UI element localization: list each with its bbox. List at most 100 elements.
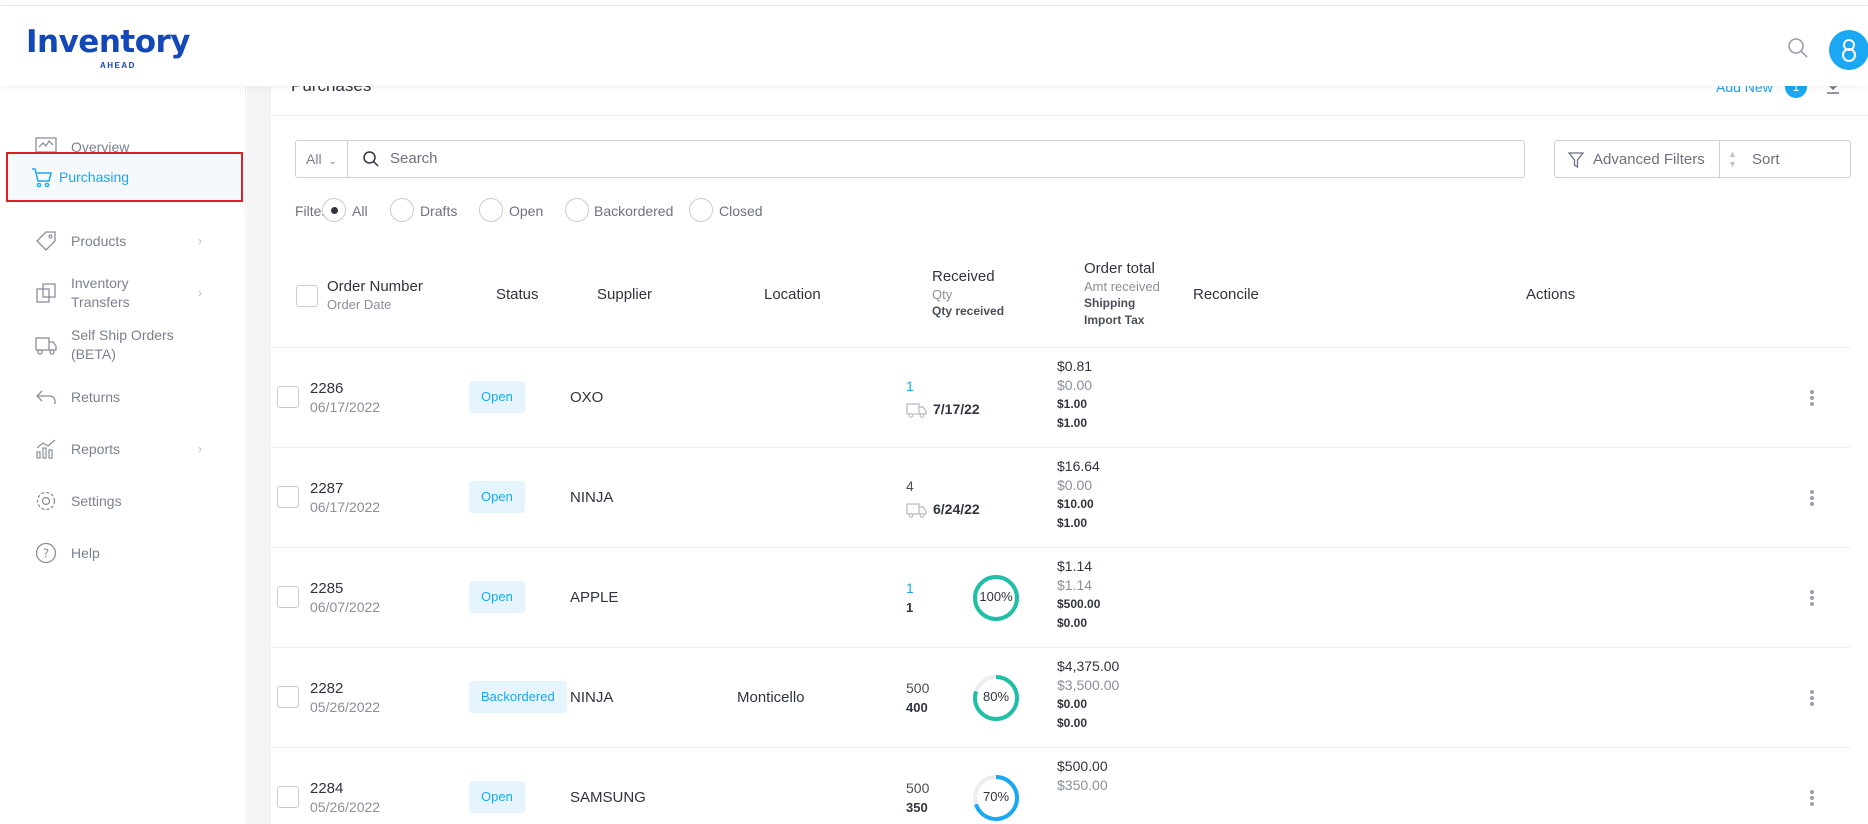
supplier-cell: SAMSUNG [570,789,646,806]
col-order-number[interactable]: Order Number Order Date [327,277,423,313]
order-date: 06/17/2022 [310,499,381,515]
user-icon [1842,39,1856,62]
search-input[interactable]: Search [390,150,438,167]
divider [271,115,1868,116]
scope-select[interactable]: All ⌄ [296,141,348,177]
chevron-down-icon: ⌄ [328,156,337,167]
row-checkbox[interactable] [277,386,299,408]
qty-cell: 4 [906,477,914,496]
import-tax-value: $0.00 [1057,616,1088,630]
chevron-right-icon: › [198,234,202,248]
sidebar-item-reports[interactable]: Reports › [6,420,243,478]
col-actions: Actions [1526,286,1576,303]
radio-backordered[interactable] [565,198,589,222]
import-tax-value: $1.00 [1057,516,1088,530]
header-label: Order total [1084,260,1155,277]
table-row[interactable]: 2282 05/26/2022 Backordered NINJA Montic… [271,647,1851,747]
radio-label: Closed [719,203,763,219]
eta-date: 6/24/22 [933,501,980,517]
radio-drafts[interactable] [390,198,414,222]
header-sublabel: Qty received [932,304,1005,318]
total-cell: $1.14 $1.14 $500.00 $0.00 [1057,557,1100,633]
progress-percent: 80% [982,689,1010,704]
user-avatar[interactable] [1829,30,1868,70]
order-total: $0.81 [1057,358,1093,374]
status-badge: Backordered [469,681,567,713]
search-bar: All ⌄ Search [295,140,1525,178]
sidebar-item-inventory-transfers[interactable]: Inventory Transfers › [6,264,243,322]
sidebar-item-help[interactable]: ? Help [6,524,243,582]
sidebar: Overview Purchasing Products › Inventory… [0,86,246,824]
shipping-value: $1.00 [1057,397,1088,411]
select-all-checkbox[interactable] [296,285,318,307]
col-received[interactable]: Received Qty Qty received [932,267,1004,320]
sidebar-item-self-ship-orders[interactable]: Self Ship Orders (BETA) [6,316,243,374]
qty-value: 4 [906,478,914,494]
radio-closed[interactable] [689,198,713,222]
radio-all[interactable] [322,198,346,222]
total-cell: $16.64 $0.00 $10.00 $1.00 [1057,457,1100,533]
app-logo[interactable]: Inventory AHEAD [26,24,191,70]
purchases-card: Purchases Add New 1 All ⌄ Search Advance… [271,76,1868,824]
col-reconcile[interactable]: Reconcile [1193,285,1259,304]
amt-received: $0.00 [1057,477,1093,493]
radio-label: Drafts [420,203,458,219]
table-row[interactable]: 2285 06/07/2022 Open APPLE 1 1 100% $1.1… [271,547,1851,647]
col-location[interactable]: Location [764,285,821,304]
sidebar-item-label: Purchasing [59,168,130,185]
order-cell[interactable]: 2287 06/17/2022 [310,479,380,517]
col-order-total[interactable]: Order total Amt received Shipping Import… [1084,259,1160,329]
sidebar-item-settings[interactable]: Settings [6,472,243,530]
order-date: 06/07/2022 [310,599,381,615]
order-total: $4,375.00 [1057,658,1120,674]
kebab-menu-icon[interactable] [1809,389,1815,407]
row-checkbox[interactable] [277,486,299,508]
cart-icon [32,168,52,188]
logo-sub: AHEAD [100,61,136,70]
col-supplier[interactable]: Supplier [597,285,652,304]
chevron-right-icon: › [198,442,202,456]
qty-cell: 1 [906,377,914,396]
order-number: 2287 [310,480,344,497]
advanced-filters-button[interactable]: Advanced Filters [1554,140,1720,178]
kebab-menu-icon[interactable] [1809,489,1815,507]
sidebar-item-label: Inventory Transfers [71,275,130,310]
sort-label: Sort [1752,151,1780,168]
status-badge: Open [469,481,525,513]
order-cell[interactable]: 2282 05/26/2022 [310,679,380,717]
qty-link[interactable]: 1 [906,580,914,596]
qty-link[interactable]: 1 [906,378,914,394]
kebab-menu-icon[interactable] [1809,689,1815,707]
row-checkbox[interactable] [277,786,299,808]
table-row[interactable]: 2284 05/26/2022 Open SAMSUNG 500 350 70%… [271,747,1851,824]
progress-percent: 100% [979,589,1013,604]
order-cell[interactable]: 2285 06/07/2022 [310,579,380,617]
table-row[interactable]: 2287 06/17/2022 Open NINJA 4 6/24/22 $16… [271,447,1851,547]
qty-cell: 1 1 [906,579,914,617]
advanced-filters-label: Advanced Filters [1593,151,1705,168]
shipping-value: $0.00 [1057,697,1088,711]
table-row[interactable]: 2286 06/17/2022 Open OXO 1 7/17/22 $0.81… [271,347,1851,447]
order-cell[interactable]: 2286 06/17/2022 [310,379,380,417]
progress-ring: 80% [971,673,1021,723]
kebab-menu-icon[interactable] [1809,789,1815,807]
location-cell: Monticello [737,689,805,706]
row-checkbox[interactable] [277,686,299,708]
import-tax-value: $0.00 [1057,716,1088,730]
row-checkbox[interactable] [277,586,299,608]
radio-open[interactable] [479,198,503,222]
table-body: 2286 06/17/2022 Open OXO 1 7/17/22 $0.81… [244,347,1851,824]
order-date: 05/26/2022 [310,799,381,815]
sidebar-item-purchasing[interactable]: Purchasing [6,152,243,202]
search-icon[interactable] [1786,36,1810,60]
order-date: 06/17/2022 [310,399,381,415]
sort-button[interactable]: ▲ ▼ Sort [1719,140,1851,178]
kebab-menu-icon[interactable] [1809,589,1815,607]
order-number: 2286 [310,380,344,397]
order-cell[interactable]: 2284 05/26/2022 [310,779,380,817]
sidebar-item-products[interactable]: Products › [6,212,243,270]
scope-value: All [306,151,322,167]
header-sublabel: Shipping [1084,296,1136,310]
sidebar-item-returns[interactable]: Returns [6,368,243,426]
col-status[interactable]: Status [496,285,539,304]
